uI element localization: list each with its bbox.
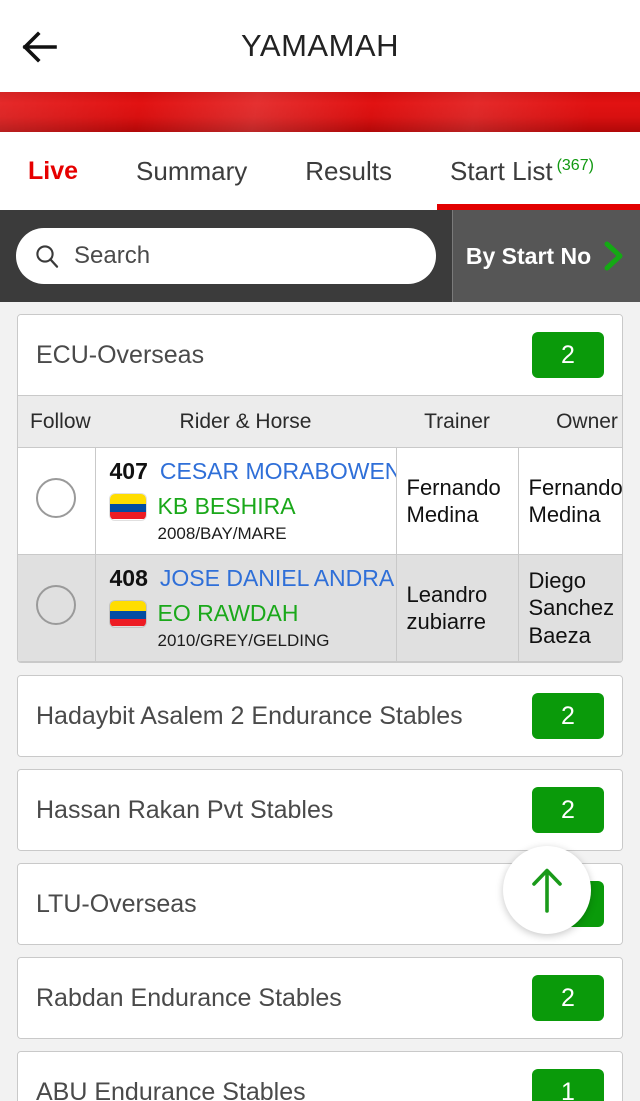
rider-horse-cell: 408 JOSE DANIEL ANDRAI EO RAWDAH 2010/GR… bbox=[95, 554, 397, 662]
ecuador-flag-icon bbox=[109, 493, 146, 520]
tab-summary[interactable]: Summary bbox=[134, 156, 249, 187]
sort-by-start-no-button[interactable]: By Start No bbox=[452, 210, 640, 302]
search-toolbar: By Start No bbox=[0, 210, 640, 302]
event-banner bbox=[0, 92, 640, 132]
tab-start-list-label: Start List bbox=[449, 155, 553, 186]
group-name: ABU Endurance Stables bbox=[36, 1077, 306, 1101]
group-card-expanded: ECU-Overseas 2 Follow Rider & Horse Trai… bbox=[17, 314, 623, 663]
search-container bbox=[0, 210, 452, 302]
tab-start-list-count: (367) bbox=[556, 156, 594, 174]
app-bar: YAMAMAH bbox=[0, 0, 640, 92]
horse-meta: 2008/BAY/MARE bbox=[157, 524, 287, 543]
group-count-badge: 2 bbox=[532, 693, 604, 739]
rider-line: 408 JOSE DANIEL ANDRAI bbox=[110, 565, 396, 592]
group-name: ECU-Overseas bbox=[36, 340, 205, 369]
group-header[interactable]: Hadaybit Asalem 2 Endurance Stables 2 bbox=[18, 676, 622, 756]
tab-summary-label: Summary bbox=[136, 155, 248, 186]
group-header[interactable]: Hassan Rakan Pvt Stables 2 bbox=[18, 770, 622, 850]
tab-live[interactable]: Live bbox=[26, 157, 80, 186]
group-card: ABU Endurance Stables 1 bbox=[17, 1051, 623, 1101]
search-input[interactable] bbox=[74, 242, 418, 270]
group-header[interactable]: Rabdan Endurance Stables 2 bbox=[18, 958, 622, 1038]
scroll-to-top-button[interactable] bbox=[503, 846, 591, 934]
search-icon bbox=[36, 245, 59, 268]
table-header-row: Follow Rider & Horse Trainer Owner bbox=[18, 395, 622, 448]
follow-toggle[interactable] bbox=[36, 585, 77, 625]
table-row[interactable]: 408 JOSE DANIEL ANDRAI EO RAWDAH 2010/GR… bbox=[18, 554, 622, 662]
col-header-owner: Owner bbox=[518, 395, 622, 448]
group-name: Hadaybit Asalem 2 Endurance Stables bbox=[36, 701, 463, 730]
follow-toggle[interactable] bbox=[36, 478, 77, 518]
group-count-badge: 2 bbox=[532, 787, 604, 833]
owner-cell: Diego Sanchez Baeza bbox=[518, 554, 622, 662]
ecuador-flag-icon bbox=[109, 600, 146, 627]
tab-start-list[interactable]: Start List (367) bbox=[448, 156, 596, 187]
follow-cell bbox=[18, 554, 96, 662]
horse-name[interactable]: KB BESHIRA bbox=[158, 493, 296, 520]
group-header[interactable]: ABU Endurance Stables 1 bbox=[18, 1052, 622, 1101]
page-title: YAMAMAH bbox=[241, 28, 399, 63]
arrow-left-icon bbox=[22, 31, 57, 63]
app-screen: YAMAMAH Live Summary Results Start List(… bbox=[0, 0, 640, 1101]
tab-bar: Live Summary Results Start List (367) bbox=[0, 132, 640, 210]
riders-table: Follow Rider & Horse Trainer Owner 407 C… bbox=[18, 395, 622, 662]
owner-cell: Fernando Medina bbox=[518, 447, 622, 555]
tab-results[interactable]: Results bbox=[303, 156, 394, 187]
horse-meta: 2010/GREY/GELDING bbox=[157, 631, 330, 650]
col-header-follow: Follow bbox=[18, 395, 95, 448]
group-card: Hassan Rakan Pvt Stables 2 bbox=[17, 769, 623, 851]
trainer-cell: Fernando Medina bbox=[396, 447, 519, 555]
group-list[interactable]: ECU-Overseas 2 Follow Rider & Horse Trai… bbox=[0, 302, 640, 1101]
group-count-badge: 2 bbox=[532, 332, 604, 378]
search-box[interactable] bbox=[16, 228, 436, 284]
trainer-cell: Leandro zubiarre bbox=[396, 554, 519, 662]
group-count-badge: 2 bbox=[532, 975, 604, 1021]
tab-results-label: Results bbox=[305, 155, 392, 186]
rider-line: 407 CESAR MORABOWEN bbox=[110, 458, 396, 485]
group-name: Hassan Rakan Pvt Stables bbox=[36, 795, 334, 824]
start-number: 407 bbox=[109, 458, 148, 484]
back-button[interactable] bbox=[18, 26, 64, 68]
chevron-right-icon bbox=[604, 241, 623, 271]
group-header[interactable]: ECU-Overseas 2 bbox=[18, 315, 622, 395]
horse-line: KB BESHIRA bbox=[109, 493, 396, 520]
rider-name[interactable]: JOSE DANIEL ANDRAI bbox=[160, 565, 395, 592]
group-name: LTU-Overseas bbox=[36, 889, 197, 918]
rider-name[interactable]: CESAR MORABOWEN bbox=[160, 458, 395, 485]
tab-live-label: Live bbox=[28, 156, 79, 185]
col-header-rider-horse: Rider & Horse bbox=[95, 395, 396, 448]
group-card: Hadaybit Asalem 2 Endurance Stables 2 bbox=[17, 675, 623, 757]
group-count-badge: 1 bbox=[532, 1069, 604, 1101]
rider-horse-cell: 407 CESAR MORABOWEN KB BESHIRA 2008/BAY/… bbox=[95, 447, 397, 555]
horse-name[interactable]: EO RAWDAH bbox=[158, 600, 299, 627]
sort-by-start-no-label: By Start No bbox=[465, 242, 592, 269]
start-number: 408 bbox=[109, 565, 148, 591]
group-name: Rabdan Endurance Stables bbox=[36, 983, 342, 1012]
follow-cell bbox=[18, 447, 96, 555]
group-card: Rabdan Endurance Stables 2 bbox=[17, 957, 623, 1039]
horse-line: EO RAWDAH bbox=[109, 600, 396, 627]
col-header-trainer: Trainer bbox=[396, 395, 518, 448]
arrow-up-icon bbox=[532, 868, 562, 913]
table-row[interactable]: 407 CESAR MORABOWEN KB BESHIRA 2008/BAY/… bbox=[18, 447, 622, 555]
